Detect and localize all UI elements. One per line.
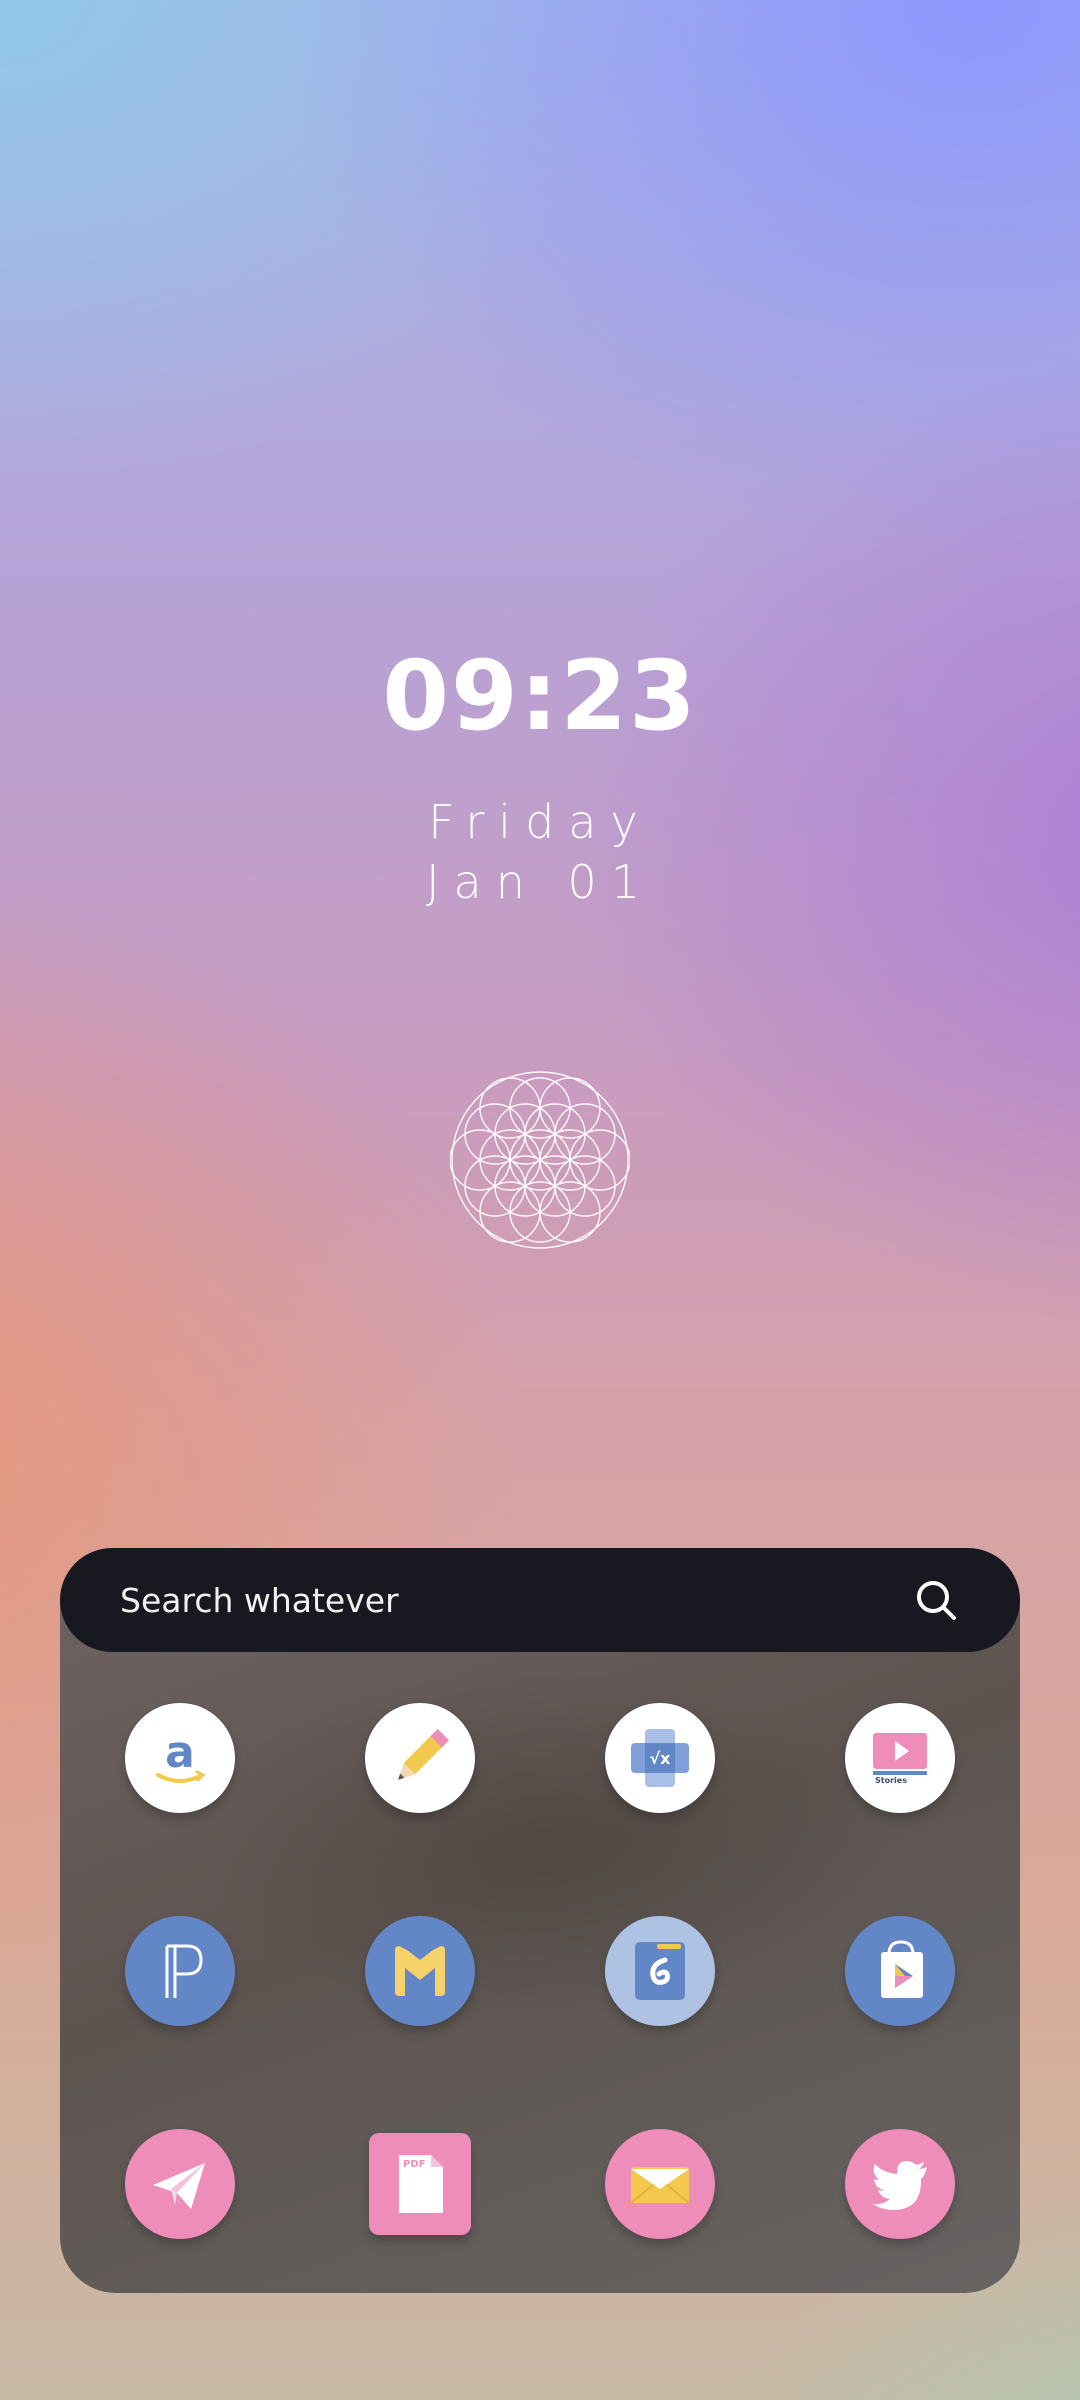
flower-of-life-icon[interactable] [450, 1070, 630, 1250]
pencil-icon[interactable] [365, 1703, 475, 1813]
svg-text:√x: √x [650, 1749, 672, 1768]
svg-text:PDF: PDF [403, 2159, 425, 2170]
pdf-icon[interactable]: PDF [369, 2133, 471, 2235]
search-icon[interactable] [912, 1576, 960, 1624]
storage-app-icon[interactable] [605, 1916, 715, 2026]
clock-date: Jan 01 [425, 855, 655, 909]
play-store-icon[interactable] [845, 1916, 955, 2026]
clock-day: Friday [428, 795, 652, 849]
search-placeholder: Search whatever [120, 1580, 399, 1620]
p-app-icon[interactable] [125, 1916, 235, 2026]
twitter-icon[interactable] [845, 2129, 955, 2239]
svg-text:Stories: Stories [875, 1776, 907, 1785]
telegram-icon[interactable] [125, 2129, 235, 2239]
stories-icon[interactable]: Stories [845, 1703, 955, 1813]
svg-text:a: a [165, 1727, 195, 1778]
m-app-icon[interactable] [365, 1916, 475, 2026]
mail-icon[interactable] [605, 2129, 715, 2239]
calculator-icon[interactable]: √x [605, 1703, 715, 1813]
clock-time[interactable]: 09:23 [0, 640, 1080, 752]
search-bar[interactable]: Search whatever [60, 1548, 1020, 1652]
amazon-icon[interactable]: a [125, 1703, 235, 1813]
